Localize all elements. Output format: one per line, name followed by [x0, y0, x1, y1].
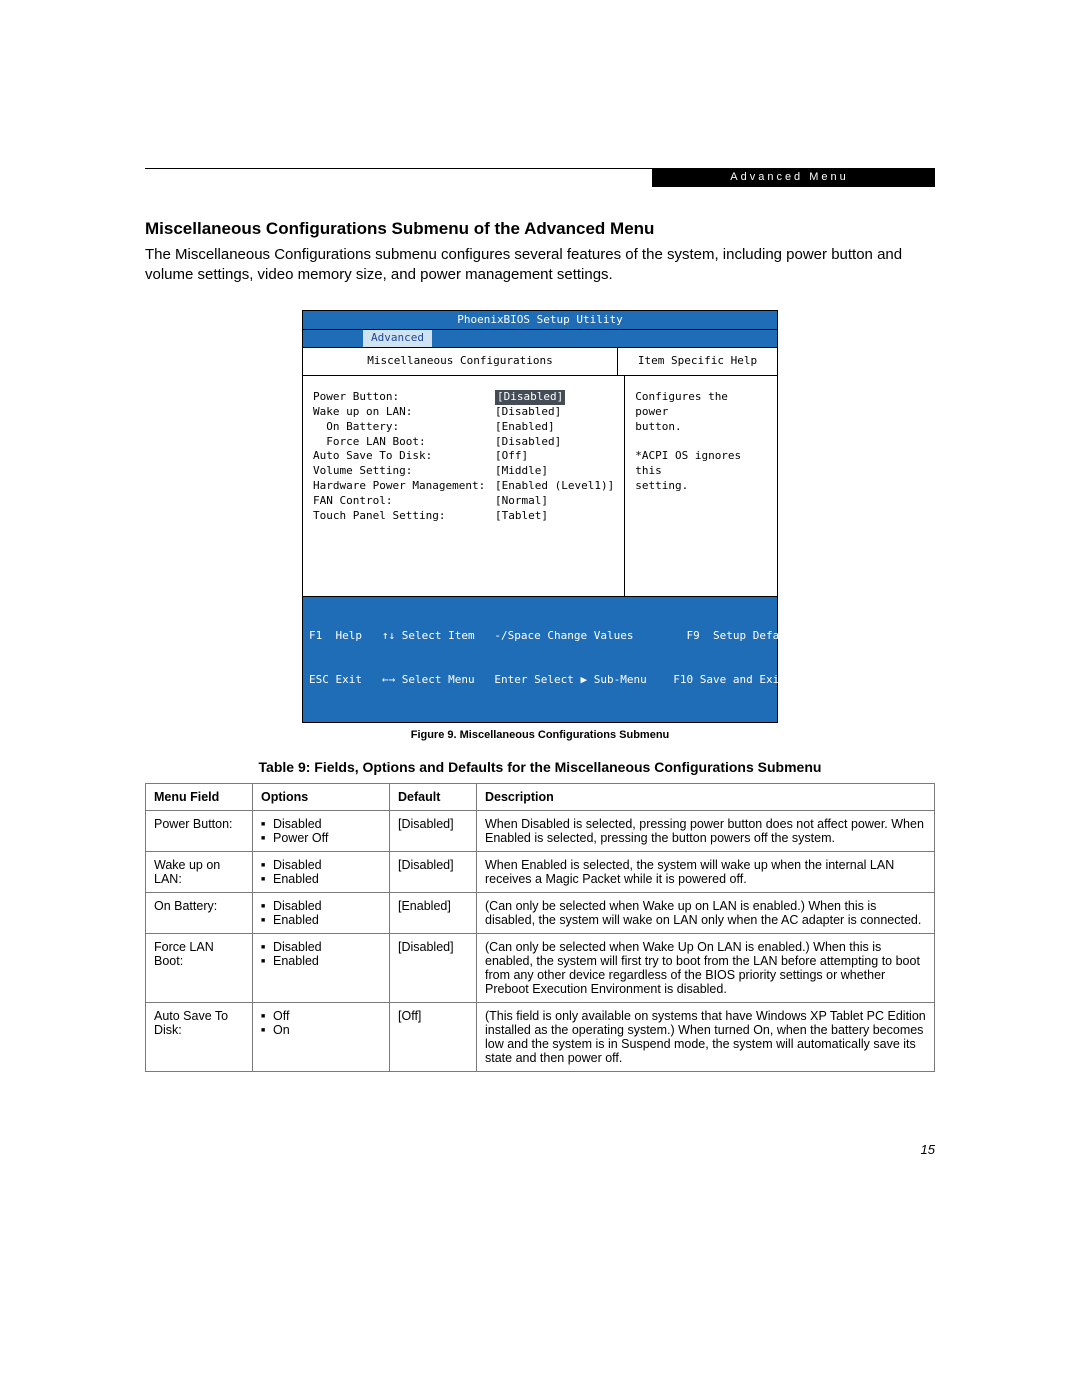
cell-description: (Can only be selected when Wake up on LA…: [477, 892, 935, 933]
bios-footer-line2: ESC Exit ←→ Select Menu Enter Select ▶ S…: [309, 673, 771, 688]
cell-default: [Off]: [390, 1002, 477, 1071]
option-item: On: [261, 1023, 381, 1037]
header-section-label: Advanced Menu: [652, 168, 935, 187]
cell-description: (This field is only available on systems…: [477, 1002, 935, 1071]
bios-menu-tab-advanced: Advanced: [363, 330, 432, 347]
cell-description: (Can only be selected when Wake Up On LA…: [477, 933, 935, 1002]
bios-setting-row: Force LAN Boot:[Disabled]: [313, 435, 614, 450]
bios-help-line: *ACPI OS ignores this: [635, 449, 767, 479]
table-caption: Table 9: Fields, Options and Defaults fo…: [145, 759, 935, 775]
cell-menu-field: Force LAN Boot:: [146, 933, 253, 1002]
page-number: 15: [921, 1142, 935, 1157]
cell-options: DisabledEnabled: [253, 933, 390, 1002]
option-item: Enabled: [261, 872, 381, 886]
bios-setting-row: On Battery:[Enabled]: [313, 420, 614, 435]
bios-setting-row: FAN Control:[Normal]: [313, 494, 614, 509]
bios-help-line: [635, 435, 767, 450]
cell-menu-field: Auto Save To Disk:: [146, 1002, 253, 1071]
table-header-row: Menu Field Options Default Description: [146, 783, 935, 810]
th-menu-field: Menu Field: [146, 783, 253, 810]
option-item: Off: [261, 1009, 381, 1023]
option-item: Enabled: [261, 954, 381, 968]
bios-setting-value: [Off]: [495, 449, 528, 464]
header-bar: Advanced Menu: [145, 169, 935, 189]
bios-footer-line1: F1 Help ↑↓ Select Item -/Space Change Va…: [309, 629, 771, 644]
bios-footer: F1 Help ↑↓ Select Item -/Space Change Va…: [303, 596, 777, 722]
option-item: Enabled: [261, 913, 381, 927]
cell-options: DisabledEnabled: [253, 851, 390, 892]
section-title: Miscellaneous Configurations Submenu of …: [145, 219, 935, 239]
bios-setting-value: [Enabled (Level1)]: [495, 479, 614, 494]
bios-headers: Miscellaneous Configurations Item Specif…: [303, 348, 777, 376]
bios-title: PhoenixBIOS Setup Utility: [303, 311, 777, 331]
option-item: Disabled: [261, 899, 381, 913]
bios-setting-value: [Disabled]: [495, 435, 561, 450]
option-item: Disabled: [261, 817, 381, 831]
option-item: Power Off: [261, 831, 381, 845]
bios-panel-title-left: Miscellaneous Configurations: [303, 348, 618, 376]
bios-setting-label: On Battery:: [313, 420, 495, 435]
cell-description: When Enabled is selected, the system wil…: [477, 851, 935, 892]
bios-help-line: setting.: [635, 479, 767, 494]
bios-setting-value: [Normal]: [495, 494, 548, 509]
cell-default: [Disabled]: [390, 851, 477, 892]
bios-setting-label: Wake up on LAN:: [313, 405, 495, 420]
section-intro: The Miscellaneous Configurations submenu…: [145, 245, 935, 286]
bios-help-line: button.: [635, 420, 767, 435]
cell-description: When Disabled is selected, pressing powe…: [477, 810, 935, 851]
option-item: Disabled: [261, 940, 381, 954]
cell-menu-field: On Battery:: [146, 892, 253, 933]
bios-setting-value: [Enabled]: [495, 420, 555, 435]
bios-setting-value: [Middle]: [495, 464, 548, 479]
fields-table: Menu Field Options Default Description P…: [145, 783, 935, 1072]
table-row: Auto Save To Disk:OffOn[Off](This field …: [146, 1002, 935, 1071]
cell-options: DisabledEnabled: [253, 892, 390, 933]
cell-menu-field: Power Button:: [146, 810, 253, 851]
bios-setting-row: Wake up on LAN:[Disabled]: [313, 405, 614, 420]
cell-menu-field: Wake up on LAN:: [146, 851, 253, 892]
bios-setting-row: Power Button:[Disabled]: [313, 390, 614, 405]
th-default: Default: [390, 783, 477, 810]
cell-default: [Enabled]: [390, 892, 477, 933]
cell-default: [Disabled]: [390, 810, 477, 851]
table-row: Force LAN Boot:DisabledEnabled[Disabled]…: [146, 933, 935, 1002]
bios-setting-label: FAN Control:: [313, 494, 495, 509]
cell-default: [Disabled]: [390, 933, 477, 1002]
bios-setting-label: Force LAN Boot:: [313, 435, 495, 450]
bios-panel-title-right: Item Specific Help: [618, 348, 777, 376]
bios-setting-row: Volume Setting:[Middle]: [313, 464, 614, 479]
bios-setting-label: Volume Setting:: [313, 464, 495, 479]
bios-setting-row: Auto Save To Disk:[Off]: [313, 449, 614, 464]
bios-setting-label: Power Button:: [313, 390, 495, 405]
bios-menu-bar: Advanced: [303, 330, 777, 348]
table-row: On Battery:DisabledEnabled[Enabled](Can …: [146, 892, 935, 933]
th-description: Description: [477, 783, 935, 810]
bios-setting-row: Touch Panel Setting:[Tablet]: [313, 509, 614, 524]
bios-screenshot: PhoenixBIOS Setup Utility Advanced Misce…: [302, 310, 778, 723]
th-options: Options: [253, 783, 390, 810]
cell-options: DisabledPower Off: [253, 810, 390, 851]
cell-options: OffOn: [253, 1002, 390, 1071]
bios-setting-label: Auto Save To Disk:: [313, 449, 495, 464]
option-item: Disabled: [261, 858, 381, 872]
table-row: Wake up on LAN:DisabledEnabled[Disabled]…: [146, 851, 935, 892]
bios-setting-row: Hardware Power Management:[Enabled (Leve…: [313, 479, 614, 494]
bios-setting-value: [Tablet]: [495, 509, 548, 524]
bios-help-line: Configures the power: [635, 390, 767, 420]
bios-setting-label: Hardware Power Management:: [313, 479, 495, 494]
table-row: Power Button:DisabledPower Off[Disabled]…: [146, 810, 935, 851]
bios-settings-panel: Power Button:[Disabled]Wake up on LAN:[D…: [303, 376, 625, 596]
bios-setting-value: [Disabled]: [495, 390, 565, 405]
bios-setting-value: [Disabled]: [495, 405, 561, 420]
bios-help-panel: Configures the powerbutton. *ACPI OS ign…: [625, 376, 777, 596]
figure-caption: Figure 9. Miscellaneous Configurations S…: [145, 729, 935, 741]
bios-setting-label: Touch Panel Setting:: [313, 509, 495, 524]
bios-body: Power Button:[Disabled]Wake up on LAN:[D…: [303, 376, 777, 596]
page: Advanced Menu Miscellaneous Configuratio…: [0, 0, 1080, 1397]
